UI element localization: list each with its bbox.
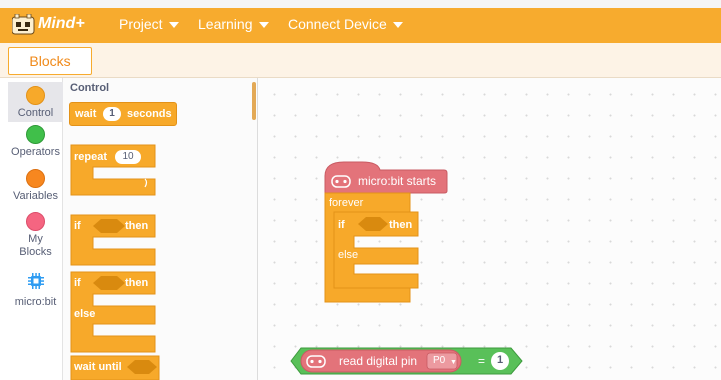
caret-down-icon (168, 22, 179, 28)
caret-down-icon (258, 22, 269, 28)
category-sidebar: Control Operators Variables My Blocks mi… (8, 78, 63, 380)
forever-label: forever (329, 197, 364, 209)
variables-dot-icon (26, 169, 45, 188)
palette-scrollbar[interactable] (252, 82, 256, 120)
category-variables[interactable]: Variables (8, 169, 63, 209)
equals-value-input[interactable]: 1 (497, 354, 503, 366)
caret-down-icon (392, 22, 403, 28)
menu-project-label: Project (119, 16, 163, 32)
menu-learning[interactable]: Learning (198, 16, 269, 32)
category-operators-label: Operators (11, 146, 60, 158)
wait-seconds-label: seconds (127, 108, 172, 120)
category-variables-label: Variables (12, 190, 59, 202)
if-label: if (74, 220, 81, 232)
tab-row: Blocks (0, 43, 721, 78)
if-else-if-label: if (74, 277, 81, 289)
palette-wait-block[interactable]: wait 1 seconds (69, 102, 177, 126)
palette-title: Control (70, 82, 110, 94)
workspace-else-label: else (338, 249, 359, 261)
microbit-starts-label: micro:bit starts (358, 174, 437, 188)
workspace-then-label: then (389, 219, 413, 231)
then-label: then (125, 220, 149, 232)
category-my-blocks[interactable]: My Blocks (8, 212, 63, 264)
repeat-label: repeat (74, 151, 108, 163)
wait-until-label: wait until (74, 361, 122, 373)
wait-label: wait (75, 108, 97, 120)
menu-connect-device-label: Connect Device (288, 16, 387, 32)
logo-text: Mind+ (38, 15, 85, 32)
wait-seconds-input[interactable]: 1 (103, 107, 121, 121)
category-control-label: Control (17, 107, 54, 119)
category-my-blocks-label-2: Blocks (19, 246, 52, 258)
chip-icon (27, 273, 44, 289)
if-else-then-label: then (125, 277, 149, 289)
menu-learning-label: Learning (198, 16, 253, 32)
equals-operator-label: = (478, 354, 486, 368)
category-microbit[interactable]: micro:bit (8, 272, 63, 308)
read-digital-pin-label: read digital pin (339, 354, 418, 368)
category-microbit-label: micro:bit (14, 296, 57, 308)
menu-connect-device[interactable]: Connect Device (288, 16, 403, 32)
tab-blocks[interactable]: Blocks (8, 47, 92, 75)
pin-dropdown[interactable]: P0 (433, 355, 445, 366)
pin-dropdown-caret-icon: ▼ (450, 359, 457, 366)
category-operators[interactable]: Operators (8, 125, 63, 165)
menu-project[interactable]: Project (119, 16, 179, 32)
category-my-blocks-label-1: My (28, 233, 43, 245)
workspace-if-label: if (338, 219, 345, 231)
category-control[interactable]: Control (8, 82, 63, 122)
operators-dot-icon (26, 125, 45, 144)
control-dot-icon (26, 86, 45, 105)
window-top-strip (0, 0, 721, 8)
my-blocks-dot-icon (26, 212, 45, 231)
else-label: else (74, 308, 96, 320)
repeat-count-input[interactable]: 10 (115, 150, 141, 164)
